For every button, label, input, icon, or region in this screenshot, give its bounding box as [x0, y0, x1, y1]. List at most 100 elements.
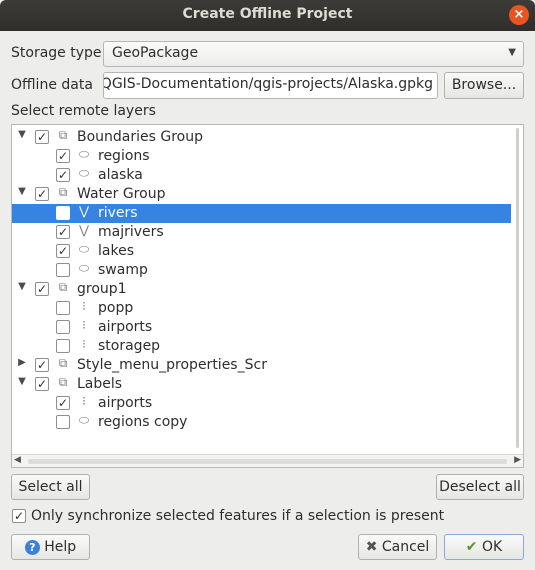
layer-row[interactable]: ✓ ⬭ lakes [12, 242, 511, 261]
layer-name: regions [98, 148, 150, 164]
vertical-scrollbar[interactable] [513, 125, 523, 455]
line-icon: ⋁ [79, 204, 89, 218]
close-icon[interactable]: × [509, 5, 529, 25]
layer-row[interactable]: ▶ ✓ ⧉ Style_menu_properties_Scr [12, 356, 511, 375]
layer-row[interactable]: ⬭ swamp [12, 261, 511, 280]
point-icon: ⁝ [82, 318, 86, 332]
layer-row[interactable]: ✓ ⁝ airports [12, 394, 511, 413]
check-icon: ✓ [36, 282, 48, 296]
check-icon: ✓ [36, 377, 48, 391]
layer-row[interactable]: ▼ ✓ ⧉ group1 [12, 280, 511, 299]
layer-row[interactable]: ⋁ rivers [12, 204, 511, 223]
layer-checkbox[interactable] [56, 263, 70, 277]
storage-type-value: GeoPackage [112, 45, 199, 61]
polygon-icon: ⬭ [78, 261, 90, 275]
expand-arrow-icon[interactable]: ▼ [16, 186, 28, 197]
browse-button[interactable]: Browse... [444, 72, 524, 99]
cancel-icon: ✖ [365, 539, 378, 555]
layer-checkbox[interactable]: ✓ [35, 358, 49, 372]
horizontal-scrollbar[interactable]: ◀ ▶ [12, 454, 523, 467]
layer-name: airports [98, 319, 153, 335]
layer-checkbox[interactable] [56, 301, 70, 315]
check-icon: ✓ [57, 168, 69, 182]
layer-checkbox[interactable]: ✓ [56, 225, 70, 239]
offline-data-value: /QGIS-Documentation/qgis-projects/Alaska… [103, 76, 433, 92]
select-layers-label: Select remote layers [11, 103, 156, 119]
layer-checkbox[interactable]: ✓ [35, 282, 49, 296]
layer-checkbox[interactable]: ✓ [35, 377, 49, 391]
chevron-down-icon: ▼ [508, 47, 516, 58]
layer-row[interactable]: ✓ ⬭ alaska [12, 166, 511, 185]
sync-checkbox[interactable]: ✓ [12, 509, 26, 523]
collapse-arrow-icon[interactable]: ▶ [16, 357, 28, 368]
layer-checkbox[interactable] [56, 339, 70, 353]
scroll-left-icon[interactable]: ◀ [14, 455, 21, 465]
check-icon: ✓ [36, 187, 48, 201]
group-icon: ⧉ [58, 356, 68, 370]
polygon-icon: ⬭ [78, 413, 90, 427]
expand-arrow-icon[interactable]: ▼ [16, 281, 28, 292]
layer-checkbox[interactable]: ✓ [56, 244, 70, 258]
group-icon: ⧉ [58, 185, 68, 199]
layer-name: Boundaries Group [77, 129, 204, 145]
layer-checkbox[interactable] [56, 206, 70, 220]
layer-checkbox[interactable]: ✓ [35, 187, 49, 201]
select-all-button[interactable]: Select all [11, 474, 90, 500]
layer-name: majrivers [98, 224, 164, 240]
layer-checkbox[interactable]: ✓ [56, 149, 70, 163]
expand-arrow-icon[interactable]: ▼ [16, 376, 28, 387]
group-icon: ⧉ [58, 280, 68, 294]
title-bar: Create Offline Project × [0, 0, 535, 31]
help-label: Help [44, 539, 77, 555]
check-icon: ✓ [57, 244, 69, 258]
check-icon: ✓ [36, 130, 48, 144]
layer-checkbox[interactable] [56, 320, 70, 334]
layer-name: rivers [98, 205, 138, 221]
window-title: Create Offline Project [182, 6, 353, 22]
layer-row[interactable]: ⁝ airports [12, 318, 511, 337]
layer-row[interactable]: ▼ ✓ ⧉ Labels [12, 375, 511, 394]
polygon-icon: ⬭ [78, 166, 90, 180]
polygon-icon: ⬭ [78, 147, 90, 161]
layer-checkbox[interactable]: ✓ [56, 396, 70, 410]
help-button[interactable]: ? Help [11, 534, 90, 560]
layer-name: group1 [77, 281, 127, 297]
ok-label: OK [481, 539, 503, 555]
layer-name: Style_menu_properties_Scr [77, 357, 267, 373]
cancel-button[interactable]: ✖ Cancel [358, 534, 437, 560]
check-icon: ✓ [36, 358, 48, 372]
layer-row[interactable]: ⁝ popp [12, 299, 511, 318]
layer-checkbox[interactable] [56, 415, 70, 429]
expand-arrow-icon[interactable]: ▼ [16, 129, 28, 140]
layer-checkbox[interactable]: ✓ [35, 130, 49, 144]
layer-name: airports [98, 395, 153, 411]
help-icon: ? [24, 539, 40, 555]
layer-row[interactable]: ⁝ storagep [12, 337, 511, 356]
layer-row[interactable]: ▼ ✓ ⧉ Water Group [12, 185, 511, 204]
scrollbar-thumb[interactable] [516, 128, 519, 448]
scrollbar-track[interactable] [28, 459, 507, 464]
layer-row[interactable]: ⬭ regions copy [12, 413, 511, 432]
ok-button[interactable]: ✔ OK [444, 534, 524, 560]
layer-row[interactable]: ✓ ⬭ regions [12, 147, 511, 166]
check-icon: ✓ [57, 149, 69, 163]
offline-data-label: Offline data [11, 77, 93, 93]
storage-type-label: Storage type [11, 45, 102, 61]
polygon-icon: ⬭ [78, 242, 90, 256]
layer-tree[interactable]: ▼ ✓ ⧉ Boundaries Group ✓ ⬭ regions ✓ ⬭ alaska ▼ ✓ ⧉ W… [11, 124, 524, 468]
layer-row[interactable]: ✓ ⋁ majrivers [12, 223, 511, 242]
layer-name: Labels [77, 376, 123, 392]
layer-row[interactable]: ▼ ✓ ⧉ Boundaries Group [12, 128, 511, 147]
line-icon: ⋁ [79, 223, 89, 237]
check-icon: ✓ [13, 509, 25, 523]
layer-checkbox[interactable]: ✓ [56, 168, 70, 182]
deselect-all-button[interactable]: Deselect all [436, 474, 524, 500]
cancel-label: Cancel [381, 539, 430, 555]
offline-data-field[interactable]: /QGIS-Documentation/qgis-projects/Alaska… [103, 72, 438, 99]
layer-name: regions copy [98, 414, 188, 430]
point-icon: ⁝ [82, 337, 86, 351]
scroll-right-icon[interactable]: ▶ [514, 455, 521, 465]
storage-type-select[interactable]: GeoPackage ▼ [103, 41, 524, 67]
layer-name: storagep [98, 338, 161, 354]
layer-name: Water Group [77, 186, 166, 202]
